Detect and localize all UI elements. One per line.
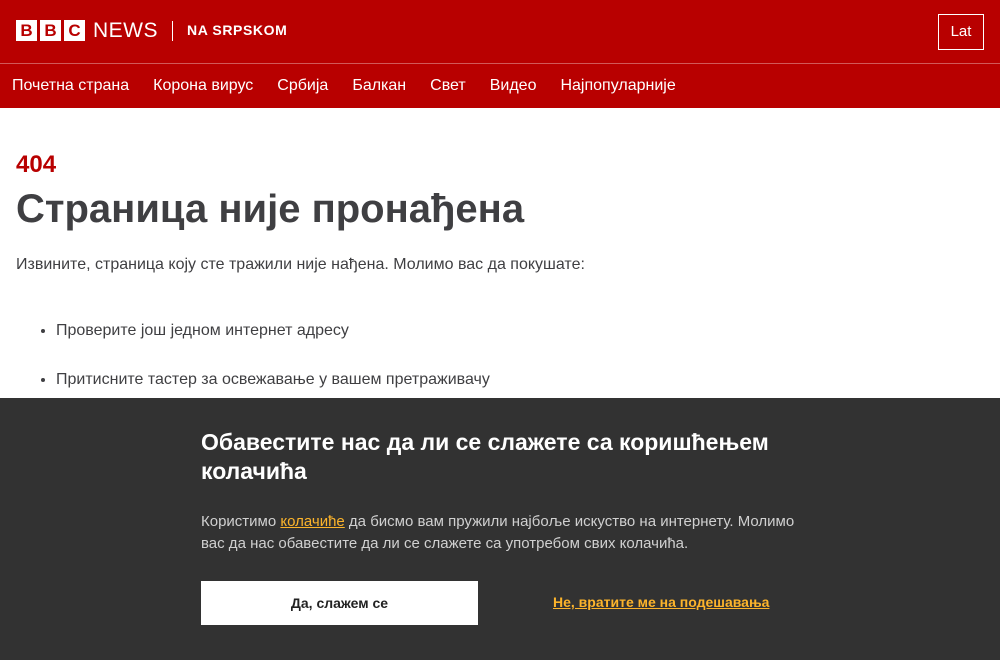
nav-item-most-popular[interactable]: Најпопуларније <box>560 77 675 95</box>
cookie-text-before-link: Користимо <box>201 513 281 530</box>
bbc-logo-letter: B <box>16 20 37 41</box>
logo-divider <box>172 20 173 41</box>
list-item: Проверите још једном интернет адресу <box>56 320 984 342</box>
main-navigation: Почетна страна Корона вирус Србија Балка… <box>0 64 1000 108</box>
nav-item-coronavirus[interactable]: Корона вирус <box>153 77 253 95</box>
error-page-content: 404 Страница није пронађена Извините, ст… <box>0 108 1000 391</box>
page-title: Страница није пронађена <box>16 187 525 231</box>
nav-item-serbia[interactable]: Србија <box>277 77 328 95</box>
nav-item-world[interactable]: Свет <box>430 77 466 95</box>
masthead: B B C NEWS NA SRPSKOM Lat <box>0 0 1000 64</box>
list-item: Притисните тастер за освежавање у вашем … <box>56 369 984 391</box>
error-description: Извините, страница коју сте тражили није… <box>16 256 585 273</box>
cookie-consent-banner: Обавестите нас да ли се слажете са кориш… <box>0 398 1000 660</box>
cookie-banner-body: Обавестите нас да ли се слажете са кориш… <box>201 428 821 555</box>
nav-item-home[interactable]: Почетна страна <box>12 77 129 95</box>
bbc-news-logo[interactable]: B B C NEWS NA SRPSKOM <box>16 20 287 41</box>
cookie-banner-text: Користимо колачиће да бисмо вам пружили … <box>201 511 821 555</box>
cookies-link[interactable]: колачиће <box>280 513 344 530</box>
cookie-banner-title: Обавестите нас да ли се слажете са кориш… <box>201 429 769 484</box>
nav-item-video[interactable]: Видео <box>490 77 537 95</box>
bbc-logo-letter: B <box>40 20 61 41</box>
bbc-logo-blocks: B B C <box>16 20 85 41</box>
bbc-logo-letter: C <box>64 20 85 41</box>
cookie-settings-link[interactable]: Не, вратите ме на подешавања <box>553 594 769 610</box>
latin-script-button[interactable]: Lat <box>938 14 984 50</box>
service-name: NA SRPSKOM <box>187 22 288 38</box>
error-code: 404 <box>16 151 57 178</box>
accept-cookies-button[interactable]: Да, слажем се <box>201 581 478 625</box>
suggestion-list: Проверите још једном интернет адресу При… <box>16 320 984 391</box>
logo-news-text: NEWS <box>93 19 158 42</box>
nav-item-balkans[interactable]: Балкан <box>352 77 406 95</box>
